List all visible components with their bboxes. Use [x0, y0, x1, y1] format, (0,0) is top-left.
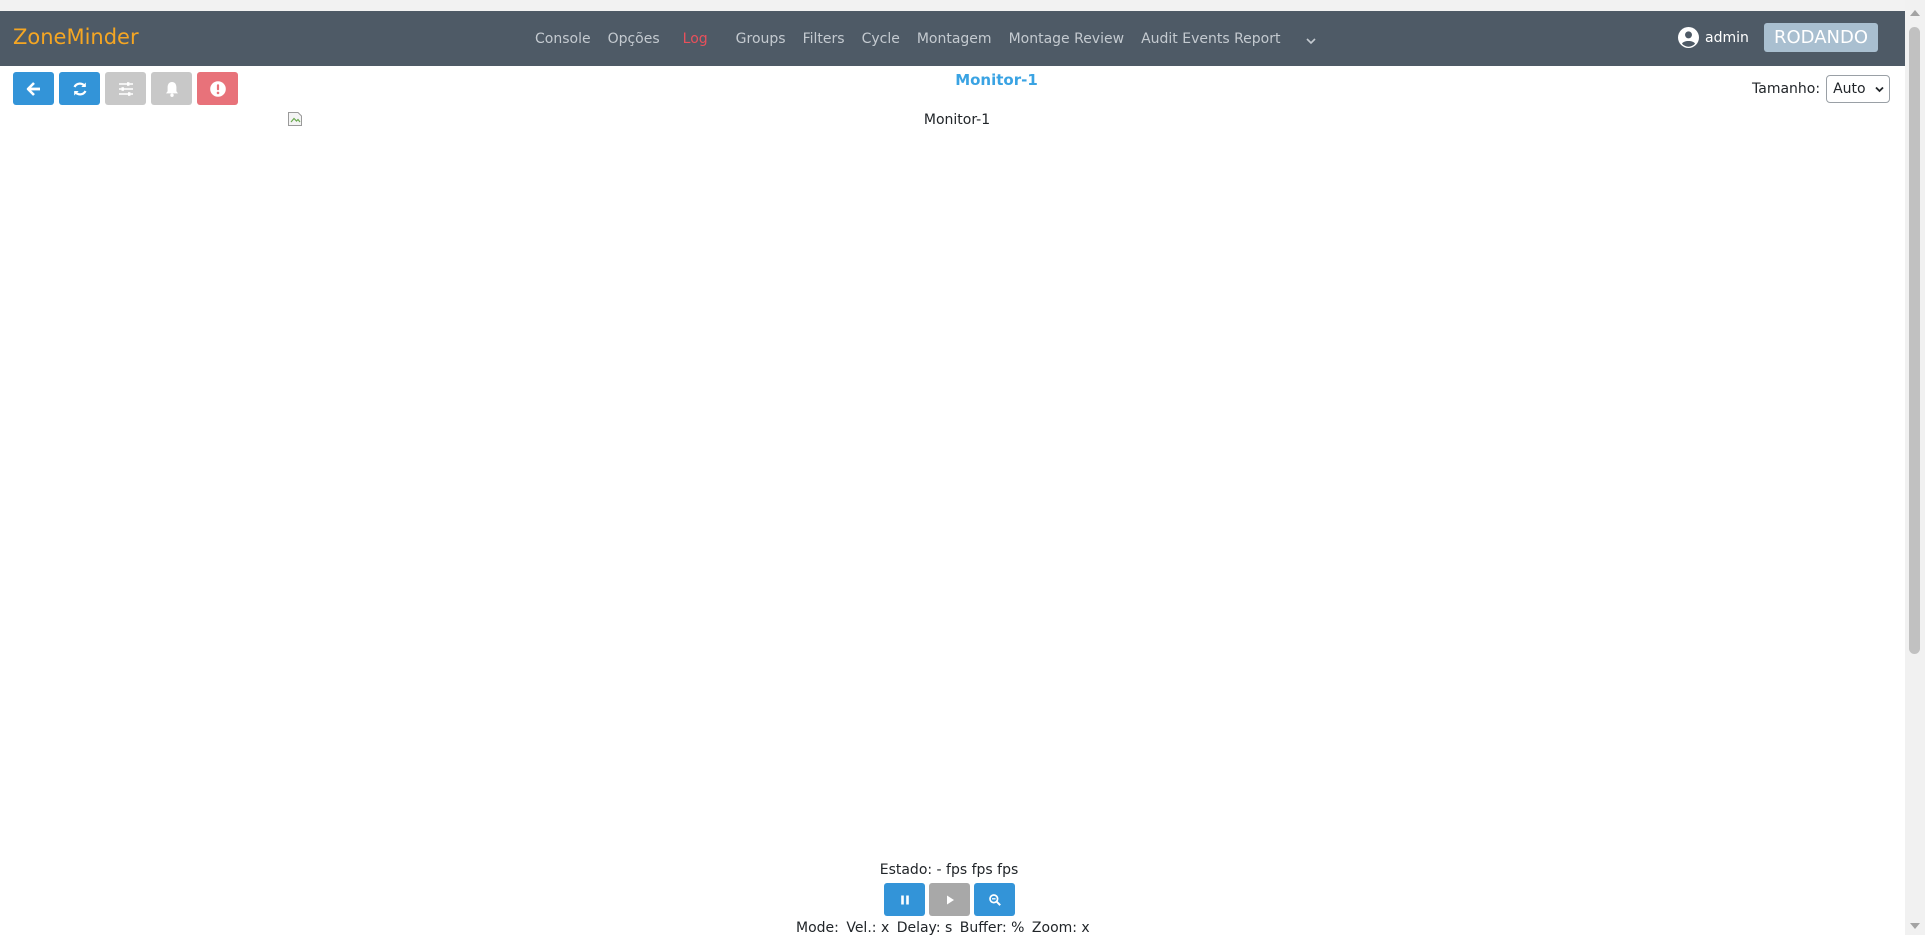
nav-item-filters[interactable]: Filters — [803, 31, 845, 47]
stream-status: Estado: - fps fps fps — [879, 862, 1019, 878]
nav-menu: Console Opções Log Groups Filters Cycle … — [535, 11, 1318, 66]
browser-top-strip — [0, 0, 1905, 11]
size-select[interactable]: Auto — [1826, 75, 1891, 103]
monitor-stream[interactable]: Monitor-1 — [287, 111, 1627, 851]
nav-item-console[interactable]: Console — [535, 31, 591, 47]
size-select-value: Auto — [1833, 81, 1866, 97]
stream-controls — [884, 883, 1019, 916]
nav-item-montage[interactable]: Montagem — [917, 31, 992, 47]
nav-item-audit-events-report[interactable]: Audit Events Report — [1141, 31, 1280, 47]
page-scrollbar[interactable] — [1905, 0, 1925, 935]
play-button[interactable] — [929, 883, 970, 916]
zoom-button[interactable] — [974, 883, 1015, 916]
nav-item-cycle[interactable]: Cycle — [862, 31, 900, 47]
scroll-up-arrow-icon[interactable] — [1910, 10, 1920, 16]
chevron-down-icon — [1875, 86, 1884, 92]
zoom-icon — [988, 893, 1001, 906]
buffer-info: Buffer: % — [959, 920, 1025, 935]
play-icon — [946, 895, 954, 904]
user-menu[interactable]: admin — [1678, 27, 1749, 48]
monitor-title: Monitor-1 — [955, 71, 1038, 89]
delay-info: Delay: s — [896, 920, 953, 935]
nav-item-log[interactable]: Log — [683, 31, 708, 47]
speed-info: Vel.: x — [846, 920, 890, 935]
nav-item-groups[interactable]: Groups — [736, 31, 786, 47]
navbar: ZoneMinder Console Opções Log Groups Fil… — [0, 11, 1905, 66]
nav-item-options[interactable]: Opções — [608, 31, 660, 47]
stream-alt-text: Monitor-1 — [923, 112, 991, 128]
size-label: Tamanho: — [1752, 81, 1821, 97]
run-state-button[interactable]: RODANDO — [1764, 23, 1878, 52]
scrollbar-thumb[interactable] — [1909, 27, 1920, 654]
size-control: Tamanho: Auto — [1752, 75, 1891, 103]
mode-info: Mode: — [796, 920, 839, 935]
brand-logo[interactable]: ZoneMinder — [13, 25, 139, 49]
user-circle-icon — [1678, 27, 1699, 48]
zoom-info: Zoom: x — [1031, 920, 1090, 935]
chevron-down-icon[interactable] — [1304, 34, 1318, 48]
stream-info: Mode: Vel.: x Delay: s Buffer: % Zoom: x — [796, 920, 1093, 935]
nav-item-montage-review[interactable]: Montage Review — [1009, 31, 1125, 47]
pause-icon — [900, 895, 909, 904]
user-name: admin — [1705, 29, 1749, 46]
scroll-down-arrow-icon[interactable] — [1910, 923, 1920, 929]
pause-button[interactable] — [884, 883, 925, 916]
